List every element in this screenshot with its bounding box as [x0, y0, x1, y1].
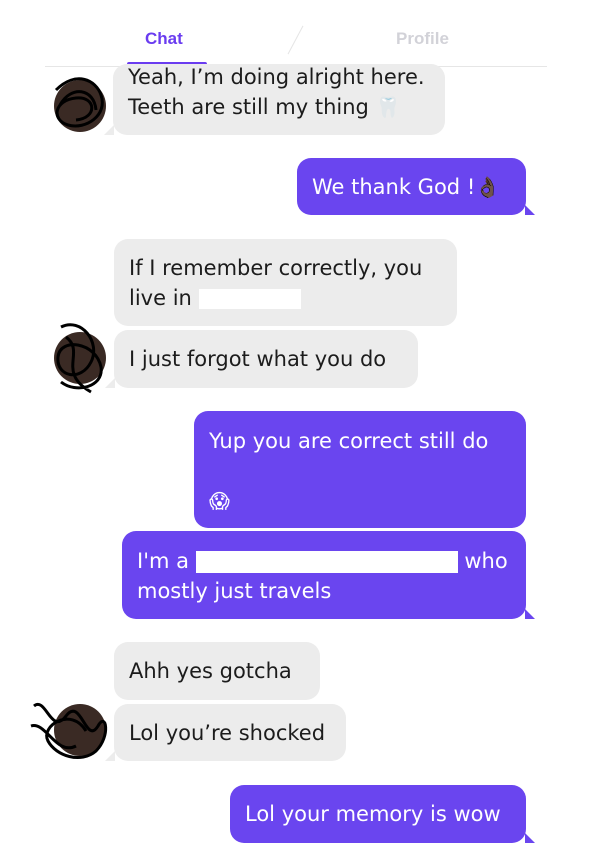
- message-bubble-outgoing[interactable]: Lol your memory is wow: [230, 785, 535, 843]
- message-bubble-incoming[interactable]: If I remember correctly, you live in: [114, 239, 457, 326]
- redaction-box: [195, 551, 458, 573]
- tab-profile[interactable]: Profile: [396, 29, 449, 49]
- scribble-redaction-icon: [30, 702, 108, 760]
- tab-bar: Chat Profile: [45, 0, 547, 67]
- message-bubble-outgoing[interactable]: We thank God !👌🏿: [297, 158, 535, 215]
- ok-hand-icon: 👌🏿: [475, 175, 501, 199]
- message-bubble-incoming[interactable]: I just forgot what you do: [105, 330, 418, 388]
- contact-avatar[interactable]: [54, 323, 106, 394]
- tooth-icon: 🦷: [375, 95, 401, 119]
- message-text: who: [464, 549, 508, 573]
- message-text: mostly just travels: [137, 579, 332, 603]
- message-text: I just forgot what you do: [129, 347, 387, 371]
- message-bubble-incoming[interactable]: Yeah, I’m doing alright here. Teeth are …: [104, 64, 445, 135]
- scribble-redaction-icon: [56, 323, 103, 394]
- message-text: If I remember correctly, you: [129, 256, 423, 280]
- message-bubble-outgoing[interactable]: I'm a who mostly just travels: [122, 531, 535, 619]
- tab-chat[interactable]: Chat: [145, 29, 183, 49]
- message-text: Yeah, I’m doing alright here.: [128, 65, 425, 89]
- message-bubble-outgoing[interactable]: Yup you are correct still do 😱: [194, 411, 526, 528]
- message-text: Teeth are still my thing: [128, 95, 369, 119]
- message-bubble-incoming[interactable]: Lol you’re shocked: [105, 704, 346, 761]
- message-bubble-incoming[interactable]: Ahh yes gotcha: [114, 642, 320, 700]
- tab-divider: [287, 25, 304, 55]
- message-text: Ahh yes gotcha: [129, 659, 292, 683]
- message-text: I'm a: [137, 549, 189, 573]
- contact-avatar[interactable]: [30, 702, 108, 760]
- message-text: Lol your memory is wow: [245, 802, 501, 826]
- redaction-box: [198, 289, 301, 309]
- message-text: live in: [129, 286, 192, 310]
- message-text: Lol you’re shocked: [129, 721, 326, 745]
- message-text: We thank God !: [312, 175, 476, 199]
- contact-avatar[interactable]: [54, 77, 106, 132]
- screaming-face-icon: 😱: [209, 489, 230, 513]
- message-text: Yup you are correct still do: [209, 429, 489, 453]
